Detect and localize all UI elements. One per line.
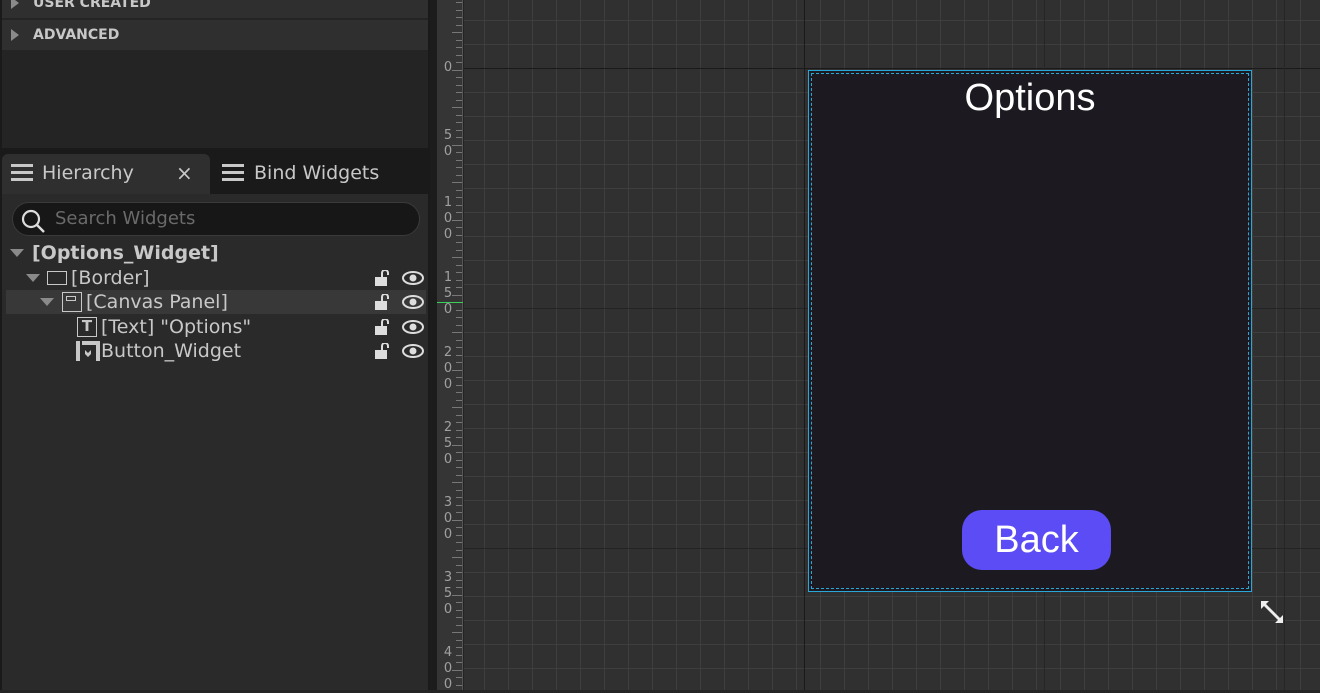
options-widget-preview[interactable]: Options Back [808,70,1252,592]
back-button[interactable]: Back [962,510,1111,570]
category-advanced[interactable]: ADVANCED [2,20,428,50]
expand-arrow-icon [11,0,19,9]
tab-bind-widgets[interactable]: Bind Widgets [212,154,412,194]
expand-arrow-icon[interactable] [10,249,24,257]
tree-item-label: [Options_Widget] [32,242,219,264]
splitter[interactable] [430,0,437,690]
eye-icon[interactable] [402,343,424,359]
tree-item-border[interactable]: [Border] [6,266,426,290]
border-icon [47,271,67,285]
canvas-panel-icon [62,292,82,312]
tree-item-button-widget[interactable]: Button_Widget [6,339,426,363]
cursor-marker [437,302,463,303]
eye-icon[interactable] [402,319,424,335]
search-placeholder: Search Widgets [55,208,196,229]
options-title-text[interactable]: Options [809,77,1251,120]
tab-hierarchy[interactable]: Hierarchy × [2,154,210,194]
tree-item-options-widget[interactable]: [Options_Widget] [6,241,426,265]
tree-item-canvas-panel[interactable]: [Canvas Panel] [6,290,426,314]
close-icon[interactable]: × [176,154,193,192]
resize-handle-icon[interactable] [1259,599,1287,627]
tree-item-label: [Border] [71,267,150,289]
tree-item-text-options[interactable]: T [Text] "Options" [6,315,426,339]
grid-major-line [804,0,805,690]
expand-arrow-icon[interactable] [26,274,40,282]
grid-major-line [464,68,1320,69]
eye-icon[interactable] [402,270,424,286]
category-label: ADVANCED [33,27,120,43]
tree-item-label: Button_Widget [101,340,242,362]
search-input[interactable]: Search Widgets [12,202,420,236]
vertical-ruler: 0050100150200250300350400 [437,0,463,692]
unlock-icon[interactable] [374,294,390,310]
unlock-icon[interactable] [374,319,390,335]
eye-icon[interactable] [402,294,424,310]
grid-major-line [1284,0,1285,690]
search-icon [21,209,45,233]
expand-arrow-icon [11,29,19,41]
expand-arrow-icon[interactable] [40,298,54,306]
left-panel: USER CREATED ADVANCED Hierarchy × Bind W… [0,0,430,690]
unlock-icon[interactable] [374,270,390,286]
tree-item-label: [Canvas Panel] [86,291,228,313]
tab-label: Bind Widgets [254,162,380,184]
ruler-label: 0 [443,60,453,75]
text-icon: T [77,317,97,337]
category-label: USER CREATED [33,0,151,11]
user-widget-icon [76,341,100,361]
tree-item-label: [Text] "Options" [101,316,252,338]
unlock-icon[interactable] [374,343,390,359]
tab-label: Hierarchy [42,162,134,184]
hierarchy-panel: Search Widgets [Options_Widget] [Border]… [2,194,428,690]
ruler-label: 0 [443,0,453,2]
list-icon [222,164,244,182]
category-user-created[interactable]: USER CREATED [2,0,428,18]
list-icon [11,164,33,182]
